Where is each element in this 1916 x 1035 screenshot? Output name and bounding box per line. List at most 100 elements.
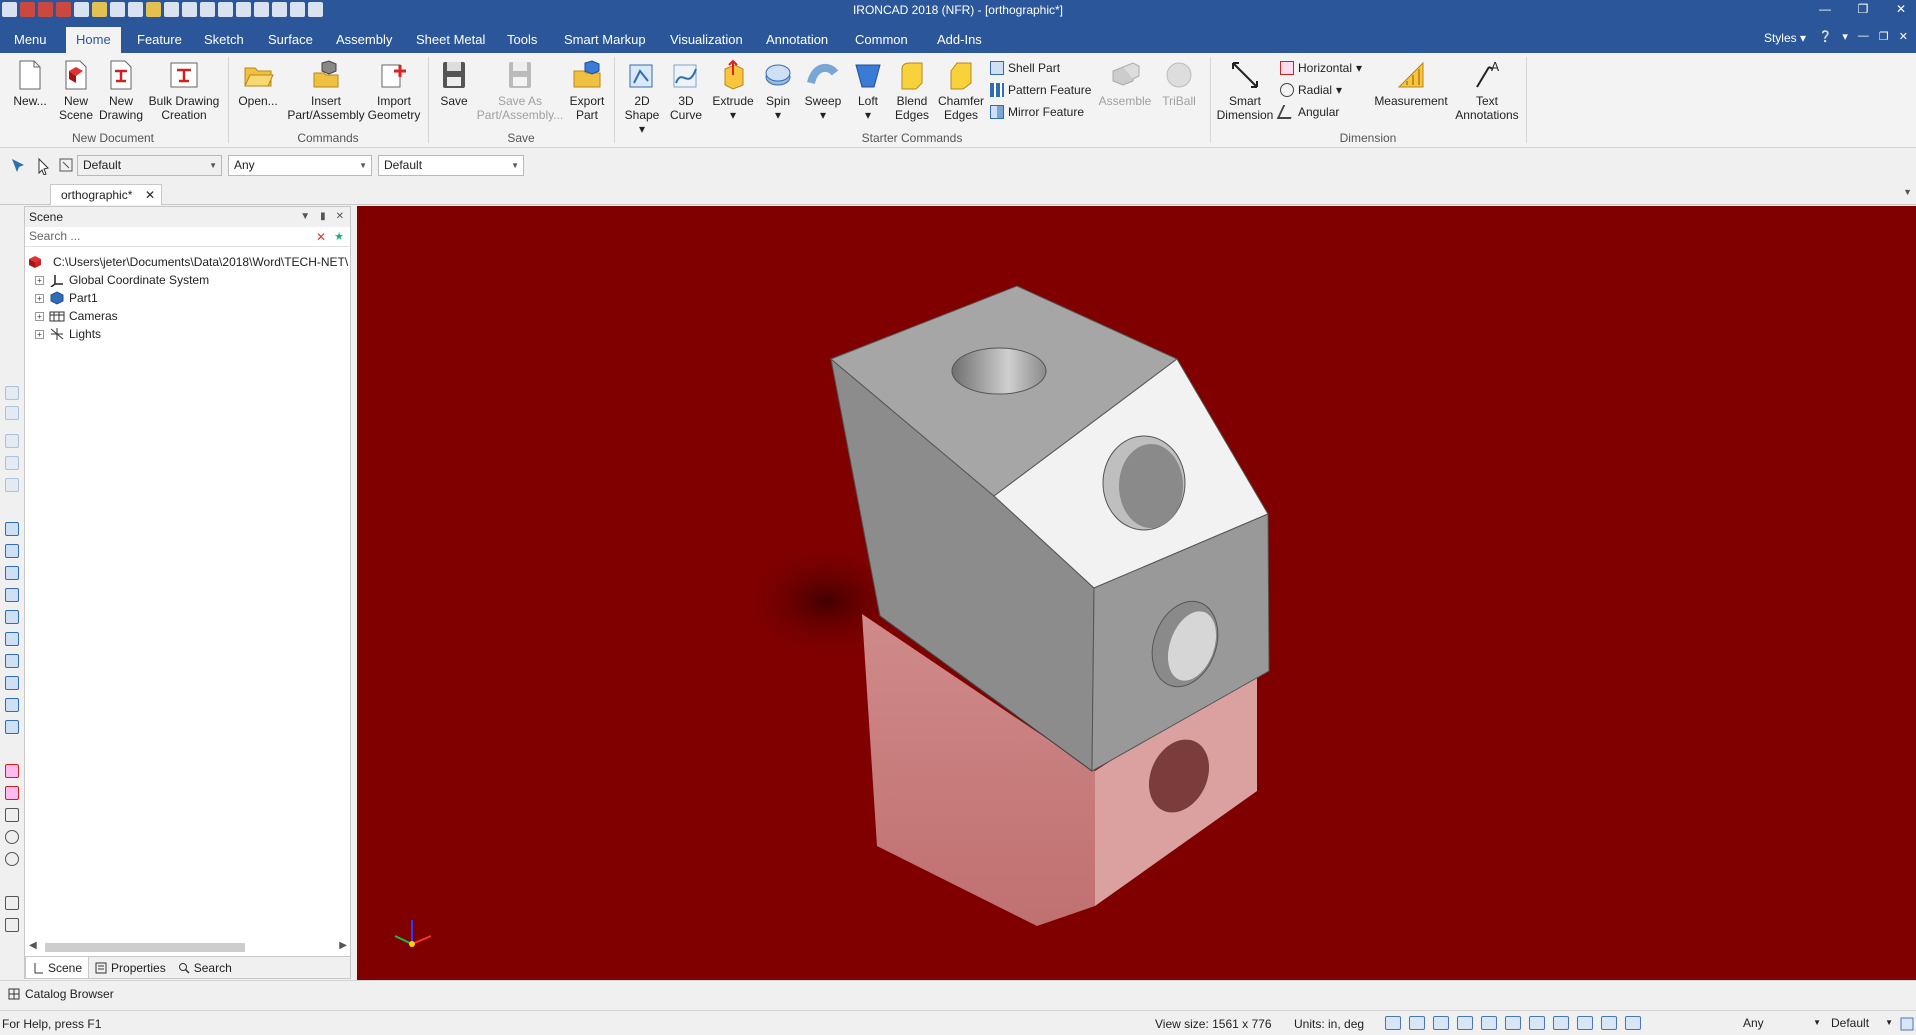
panel-close-icon[interactable]: ✕ bbox=[336, 207, 344, 227]
restore-icon[interactable]: ❐ bbox=[1854, 2, 1872, 16]
chamfer-edges-button[interactable]: Chamfer Edges bbox=[936, 59, 986, 122]
render-mode-icon[interactable] bbox=[1481, 1016, 1497, 1030]
3d-curve-button[interactable]: 3D Curve bbox=[666, 59, 706, 122]
bulk-drawing-creation-button[interactable]: Bulk Drawing Creation bbox=[146, 59, 222, 122]
right-view-icon[interactable] bbox=[5, 588, 19, 602]
custom-view-icon[interactable] bbox=[5, 720, 19, 734]
pointer-status-icon[interactable] bbox=[1625, 1016, 1641, 1030]
view-tool-icon-3[interactable] bbox=[5, 434, 19, 448]
style-combo[interactable]: Default ▼ bbox=[77, 155, 222, 176]
open-button[interactable]: Open... bbox=[236, 59, 280, 108]
front-view-icon[interactable] bbox=[5, 522, 19, 536]
extrude-button[interactable]: Extrude ▾ bbox=[708, 59, 758, 122]
status-style-combo[interactable]: Default ▼ bbox=[1828, 1014, 1896, 1033]
tab-annotation[interactable]: Annotation bbox=[756, 27, 838, 53]
tab-feature[interactable]: Feature bbox=[127, 27, 192, 53]
scroll-right-icon[interactable]: ▶ bbox=[339, 940, 347, 951]
tab-add-ins[interactable]: Add-Ins bbox=[927, 27, 992, 53]
measure-tool-icon[interactable] bbox=[5, 764, 19, 778]
save-button[interactable]: Save bbox=[436, 59, 472, 108]
shading-icon[interactable] bbox=[1457, 1016, 1473, 1030]
styles-menu[interactable]: Styles ▾ bbox=[1764, 31, 1806, 45]
blend-edges-button[interactable]: Blend Edges bbox=[890, 59, 934, 122]
mirror-feature-button[interactable]: Mirror Feature bbox=[990, 105, 1084, 119]
tab-visualization[interactable]: Visualization bbox=[660, 27, 753, 53]
view-tool-icon-1[interactable] bbox=[5, 386, 19, 400]
dropdown-icon[interactable]: ▾ bbox=[1842, 30, 1848, 43]
new-scene-button[interactable]: New Scene bbox=[56, 59, 96, 122]
view-tool-icon-5[interactable] bbox=[5, 478, 19, 492]
display-options-icon[interactable] bbox=[1529, 1016, 1545, 1030]
radial-dimension-button[interactable]: Radial ▾ bbox=[1280, 83, 1342, 97]
pin-icon[interactable]: ▮ bbox=[320, 207, 326, 227]
document-tab[interactable]: orthographic* ✕ bbox=[50, 184, 162, 205]
pattern-feature-button[interactable]: Pattern Feature bbox=[990, 83, 1091, 97]
top-view-icon[interactable] bbox=[5, 610, 19, 624]
tab-sheet-metal[interactable]: Sheet Metal bbox=[406, 27, 495, 53]
expand-icon[interactable]: + bbox=[35, 330, 44, 339]
expand-icon[interactable]: + bbox=[35, 276, 44, 285]
tab-home[interactable]: Home bbox=[66, 27, 121, 53]
zoom-box-icon[interactable] bbox=[1409, 1016, 1425, 1030]
close-icon[interactable]: ✕ bbox=[1892, 2, 1910, 16]
status-filter-combo[interactable]: Any ▼ bbox=[1740, 1014, 1824, 1033]
measurement-button[interactable]: Measurement bbox=[1370, 59, 1452, 108]
panel-tab-scene[interactable]: Scene bbox=[25, 957, 90, 979]
triball-button[interactable]: TriBall bbox=[1156, 59, 1202, 108]
bottom-view-icon[interactable] bbox=[5, 632, 19, 646]
trimetric-view-icon[interactable] bbox=[5, 698, 19, 712]
tree-item-part1[interactable]: + Part1 bbox=[25, 289, 350, 307]
2d-shape-button[interactable]: 2D Shape ▾ bbox=[620, 59, 664, 136]
angle-tool-icon[interactable] bbox=[5, 808, 19, 822]
panel-menu-icon[interactable]: ▼ bbox=[300, 207, 310, 227]
pan-tool-icon[interactable] bbox=[5, 896, 19, 910]
loft-button[interactable]: Loft ▾ bbox=[848, 59, 888, 122]
help-icon[interactable]: ❔ bbox=[1819, 30, 1833, 43]
catalog-browser-tab[interactable]: Catalog Browser bbox=[8, 987, 114, 1001]
rotate-tool-icon[interactable] bbox=[5, 852, 19, 866]
clear-search-icon[interactable]: ✕ bbox=[314, 230, 328, 244]
zoom-tool-icon[interactable] bbox=[5, 918, 19, 932]
selection-icon[interactable] bbox=[1601, 1016, 1617, 1030]
export-part-button[interactable]: Export Part bbox=[566, 59, 608, 122]
angular-dimension-button[interactable]: Angular bbox=[1276, 105, 1339, 119]
sweep-button[interactable]: Sweep ▾ bbox=[800, 59, 846, 122]
tree-item-cameras[interactable]: + Cameras bbox=[25, 307, 350, 325]
tab-list-icon[interactable]: ▼ bbox=[1903, 187, 1912, 197]
orbit-tool-icon[interactable] bbox=[5, 830, 19, 844]
search-filter-icon[interactable]: ★ bbox=[332, 230, 346, 244]
smart-dimension-button[interactable]: Smart Dimension bbox=[1214, 59, 1276, 122]
select-filter-icon[interactable] bbox=[10, 157, 28, 175]
scene-search-input[interactable]: Search ... ✕ ★ bbox=[25, 227, 350, 247]
tree-item-lights[interactable]: + Lights bbox=[25, 325, 350, 343]
part-model[interactable] bbox=[357, 206, 1916, 980]
tab-tools[interactable]: Tools bbox=[497, 27, 547, 53]
save-as-part-assembly-button[interactable]: Save As Part/Assembly... bbox=[474, 59, 566, 122]
view-tool-icon-4[interactable] bbox=[5, 456, 19, 470]
doc-restore-icon[interactable]: ❐ bbox=[1879, 30, 1889, 43]
view-window-icon[interactable] bbox=[1553, 1016, 1569, 1030]
assemble-button[interactable]: Assemble bbox=[1096, 59, 1154, 108]
expand-icon[interactable]: + bbox=[35, 312, 44, 321]
doc-close-icon[interactable]: ✕ bbox=[1899, 30, 1908, 43]
new-button[interactable]: New... bbox=[10, 59, 50, 108]
iso-view-icon[interactable] bbox=[5, 654, 19, 668]
minimize-icon[interactable]: — bbox=[1816, 2, 1834, 16]
spin-button[interactable]: Spin ▾ bbox=[758, 59, 798, 122]
close-document-icon[interactable]: ✕ bbox=[145, 185, 155, 205]
view-tool-icon-2[interactable] bbox=[5, 406, 19, 420]
selection-mode-icon[interactable] bbox=[58, 157, 74, 175]
pointer-icon[interactable] bbox=[36, 157, 52, 175]
import-geometry-button[interactable]: Import Geometry bbox=[366, 59, 422, 122]
tab-assembly[interactable]: Assembly bbox=[326, 27, 402, 53]
scene-horizontal-scrollbar[interactable]: ◀ ▶ bbox=[29, 940, 347, 954]
tab-smart-markup[interactable]: Smart Markup bbox=[554, 27, 656, 53]
camera-mode-icon[interactable] bbox=[1577, 1016, 1593, 1030]
new-drawing-button[interactable]: New Drawing bbox=[98, 59, 144, 122]
tab-surface[interactable]: Surface bbox=[258, 27, 323, 53]
insert-part-assembly-button[interactable]: Insert Part/Assembly bbox=[284, 59, 368, 122]
section-tool-icon[interactable] bbox=[5, 786, 19, 800]
text-annotations-button[interactable]: A Text Annotations bbox=[1452, 59, 1522, 122]
tab-common[interactable]: Common bbox=[845, 27, 918, 53]
horizontal-dimension-button[interactable]: Horizontal ▾ bbox=[1280, 61, 1362, 75]
